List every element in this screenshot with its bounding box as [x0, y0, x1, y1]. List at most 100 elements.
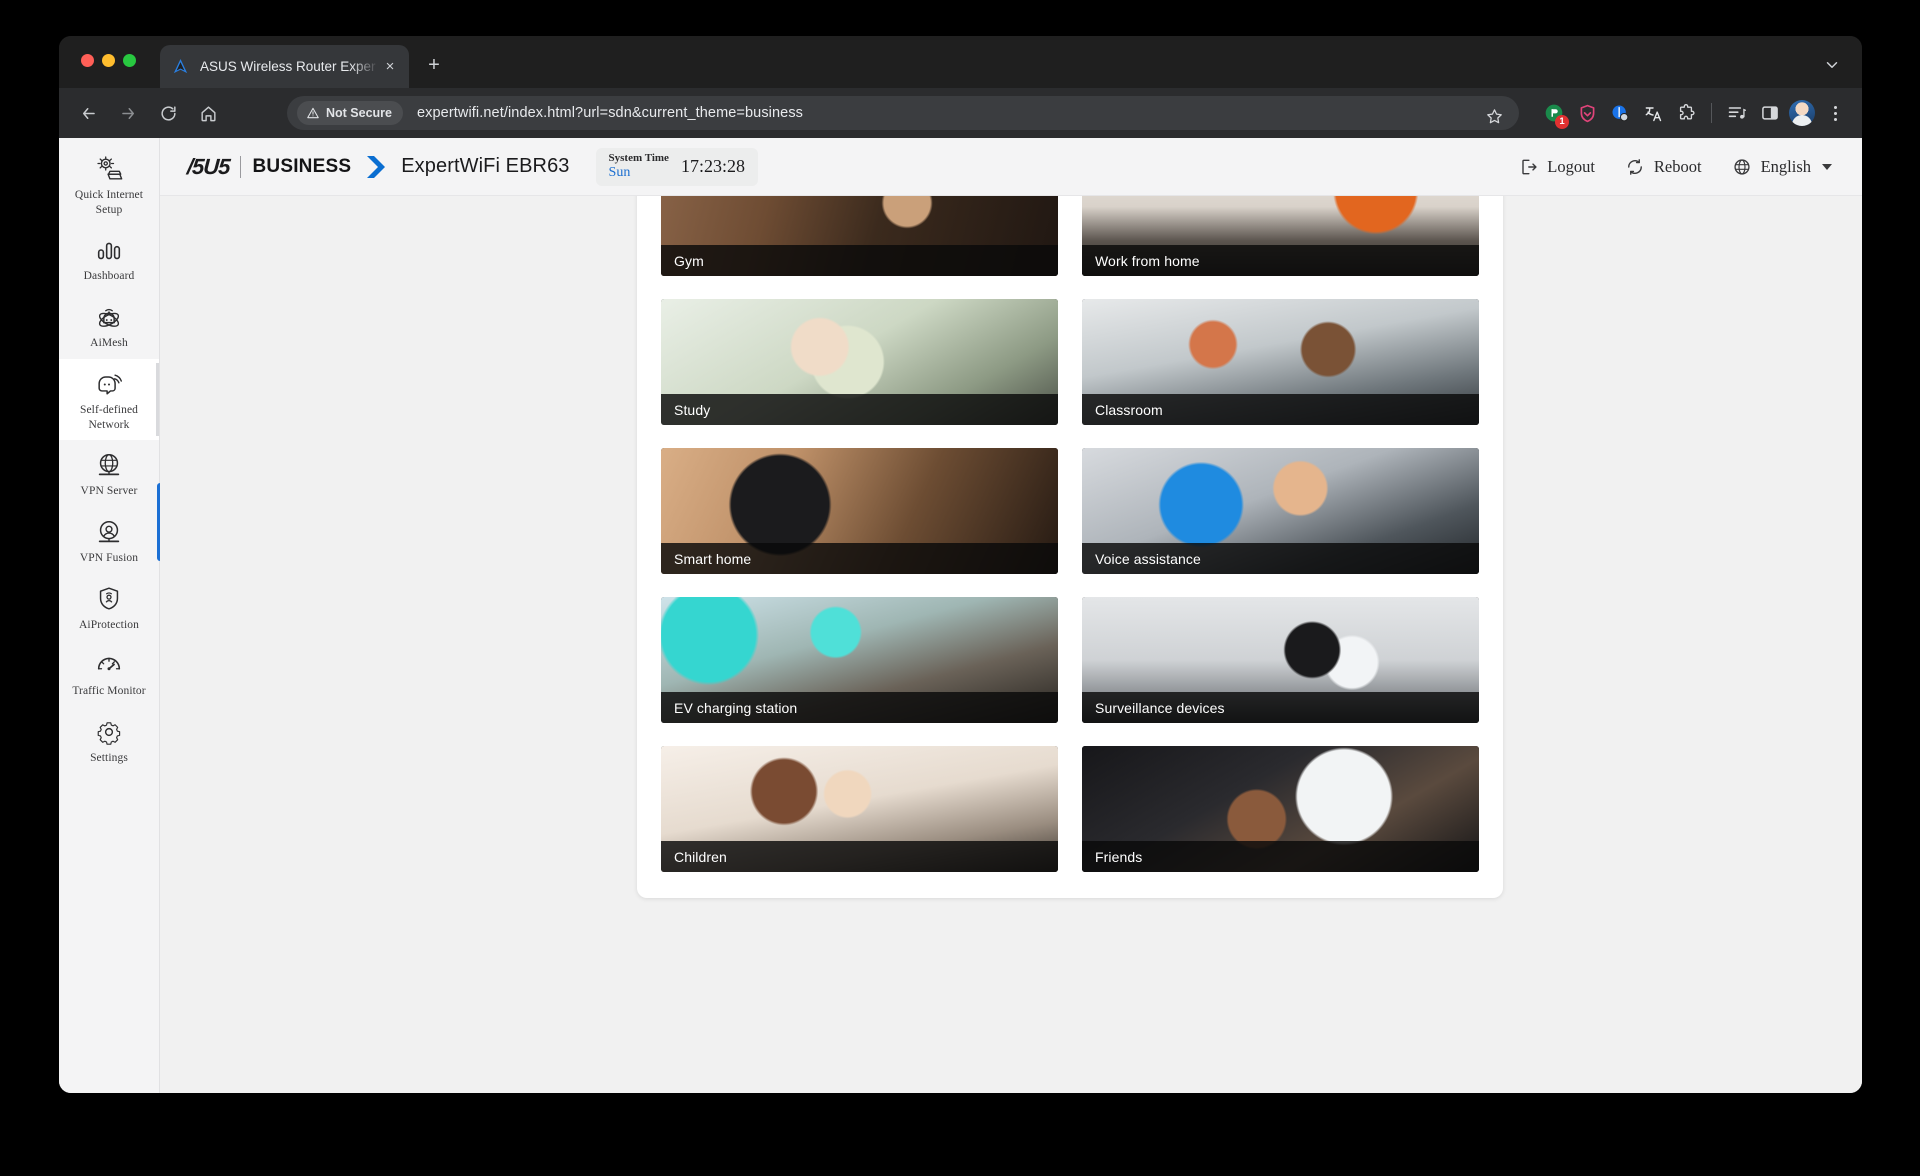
card-label: Study	[661, 394, 1058, 425]
close-window-button[interactable]	[81, 54, 94, 67]
url-text: expertwifi.net/index.html?url=sdn&curren…	[417, 105, 804, 121]
maximize-window-button[interactable]	[123, 54, 136, 67]
reload-button[interactable]	[151, 96, 185, 130]
card-label: Work from home	[1082, 245, 1479, 276]
sidebar-item-label: Self-defined Network	[79, 403, 139, 431]
logout-label: Logout	[1547, 157, 1595, 176]
side-panel-icon[interactable]	[1756, 99, 1784, 127]
sidebar-item-label: AiMesh	[90, 337, 128, 350]
tab-strip: ASUS Wireless Router Exper × +	[59, 36, 1862, 88]
chevron-down-icon	[1822, 164, 1832, 170]
browser-tab[interactable]: ASUS Wireless Router Exper ×	[160, 45, 409, 88]
vpn-server-icon	[94, 450, 124, 480]
sidebar-item-label: Traffic Monitor	[72, 685, 146, 698]
settings-gear-icon	[94, 717, 124, 747]
tab-title: ASUS Wireless Router Exper	[200, 59, 376, 74]
business-label: BUSINESS	[252, 155, 352, 177]
card-label: Classroom	[1082, 394, 1479, 425]
sidebar-item-self-defined-network[interactable]: Self-defined Network	[59, 358, 159, 441]
router-sidebar: Quick Internet Setup Dashboard AiMesh Se…	[59, 138, 163, 1093]
profile-avatar[interactable]	[1789, 100, 1815, 126]
logout-icon	[1518, 157, 1538, 177]
quick-setup-icon	[94, 154, 124, 184]
sidebar-item-traffic-monitor[interactable]: Traffic Monitor	[59, 640, 159, 707]
dashboard-icon	[94, 235, 124, 265]
network-card[interactable]: Children	[661, 746, 1058, 872]
network-card[interactable]: Voice assistance	[1082, 448, 1479, 574]
privacy-extension-icon[interactable]	[1606, 99, 1634, 127]
extensions-bar: 1	[1540, 88, 1848, 138]
minimize-window-button[interactable]	[102, 54, 115, 67]
logout-button[interactable]: Logout	[1518, 157, 1595, 177]
sidebar-item-aiprotection[interactable]: AiProtection	[59, 574, 159, 641]
language-label: English	[1760, 157, 1811, 176]
sidebar-item-label: AiProtection	[79, 618, 139, 631]
extension-badge-count: 1	[1555, 115, 1569, 129]
new-tab-button[interactable]: +	[421, 53, 447, 79]
window-controls	[81, 54, 136, 67]
forward-button[interactable]	[111, 96, 145, 130]
network-card[interactable]: Smart home	[661, 448, 1058, 574]
sidebar-item-quick-internet-setup[interactable]: Quick Internet Setup	[59, 144, 159, 225]
reading-list-icon[interactable]	[1723, 99, 1751, 127]
header-actions: Logout Reboot English	[1518, 138, 1832, 196]
system-time-widget: System Time Sun 17:23:28	[595, 147, 758, 186]
main-column: /5U5 BUSINESS ExpertWiFi EBR63 System Ti…	[160, 138, 1862, 1093]
extension-green-icon[interactable]: 1	[1540, 99, 1569, 129]
language-selector[interactable]: English	[1732, 157, 1832, 177]
reboot-icon	[1625, 157, 1645, 177]
system-time-clock: 17:23:28	[680, 156, 745, 176]
sidebar-item-dashboard[interactable]: Dashboard	[59, 225, 159, 292]
reboot-button[interactable]: Reboot	[1625, 157, 1702, 177]
vpn-fusion-icon	[94, 517, 124, 547]
translate-extension-icon[interactable]	[1639, 99, 1667, 127]
tab-search-chevron-icon[interactable]	[1818, 52, 1846, 78]
globe-icon	[1732, 157, 1752, 177]
card-label: EV charging station	[661, 692, 1058, 723]
not-secure-chip[interactable]: Not Secure	[297, 101, 403, 125]
network-card[interactable]: Surveillance devices	[1082, 597, 1479, 723]
bookmark-star-icon[interactable]	[1481, 103, 1507, 129]
shield-extension-icon[interactable]	[1573, 99, 1601, 127]
network-card[interactable]: Work from home	[1082, 196, 1479, 276]
network-card[interactable]: Friends	[1082, 746, 1479, 872]
logo-divider	[240, 155, 242, 178]
sidebar-item-settings[interactable]: Settings	[59, 707, 159, 774]
browser-menu-button[interactable]	[1822, 99, 1848, 127]
aimesh-icon	[94, 302, 124, 332]
address-bar[interactable]: Not Secure expertwifi.net/index.html?url…	[287, 96, 1519, 130]
sidebar-item-label: VPN Fusion	[79, 552, 139, 565]
network-card[interactable]: Classroom	[1082, 299, 1479, 425]
router-model-name: ExpertWiFi EBR63	[401, 155, 570, 177]
network-card[interactable]: EV charging station	[661, 597, 1058, 723]
asus-logo: /5U5	[186, 153, 231, 179]
toolbar-divider	[1711, 103, 1712, 123]
sidebar-item-vpn-server[interactable]: VPN Server	[59, 440, 159, 507]
browser-toolbar: Not Secure expertwifi.net/index.html?url…	[59, 88, 1862, 138]
self-defined-network-icon	[94, 369, 124, 399]
system-time-day: Sun	[608, 164, 631, 180]
card-label: Gym	[661, 245, 1058, 276]
close-tab-button[interactable]: ×	[379, 56, 401, 78]
sidebar-item-vpn-fusion[interactable]: VPN Fusion	[59, 507, 159, 574]
card-label: Friends	[1082, 841, 1479, 872]
sidebar-item-aimesh[interactable]: AiMesh	[59, 292, 159, 359]
reboot-label: Reboot	[1653, 157, 1702, 176]
home-button[interactable]	[191, 96, 225, 130]
card-label: Smart home	[661, 543, 1058, 574]
content-area: Gym Work from home Study Classroom Smart…	[160, 196, 1862, 1093]
network-profile-grid: Gym Work from home Study Classroom Smart…	[661, 196, 1479, 872]
back-button[interactable]	[71, 96, 105, 130]
sidebar-item-label: Settings	[90, 752, 128, 765]
aiprotection-icon	[94, 584, 124, 614]
chevron-right-icon	[363, 154, 387, 180]
puzzle-extensions-icon[interactable]	[1672, 99, 1700, 127]
system-time-label: System Time	[608, 152, 669, 165]
network-card[interactable]: Study	[661, 299, 1058, 425]
page-viewport: Quick Internet Setup Dashboard AiMesh Se…	[59, 138, 1862, 1093]
app-header: /5U5 BUSINESS ExpertWiFi EBR63 System Ti…	[160, 138, 1862, 196]
traffic-monitor-icon	[94, 650, 124, 680]
card-label: Surveillance devices	[1082, 692, 1479, 723]
network-card[interactable]: Gym	[661, 196, 1058, 276]
card-label: Voice assistance	[1082, 543, 1479, 574]
